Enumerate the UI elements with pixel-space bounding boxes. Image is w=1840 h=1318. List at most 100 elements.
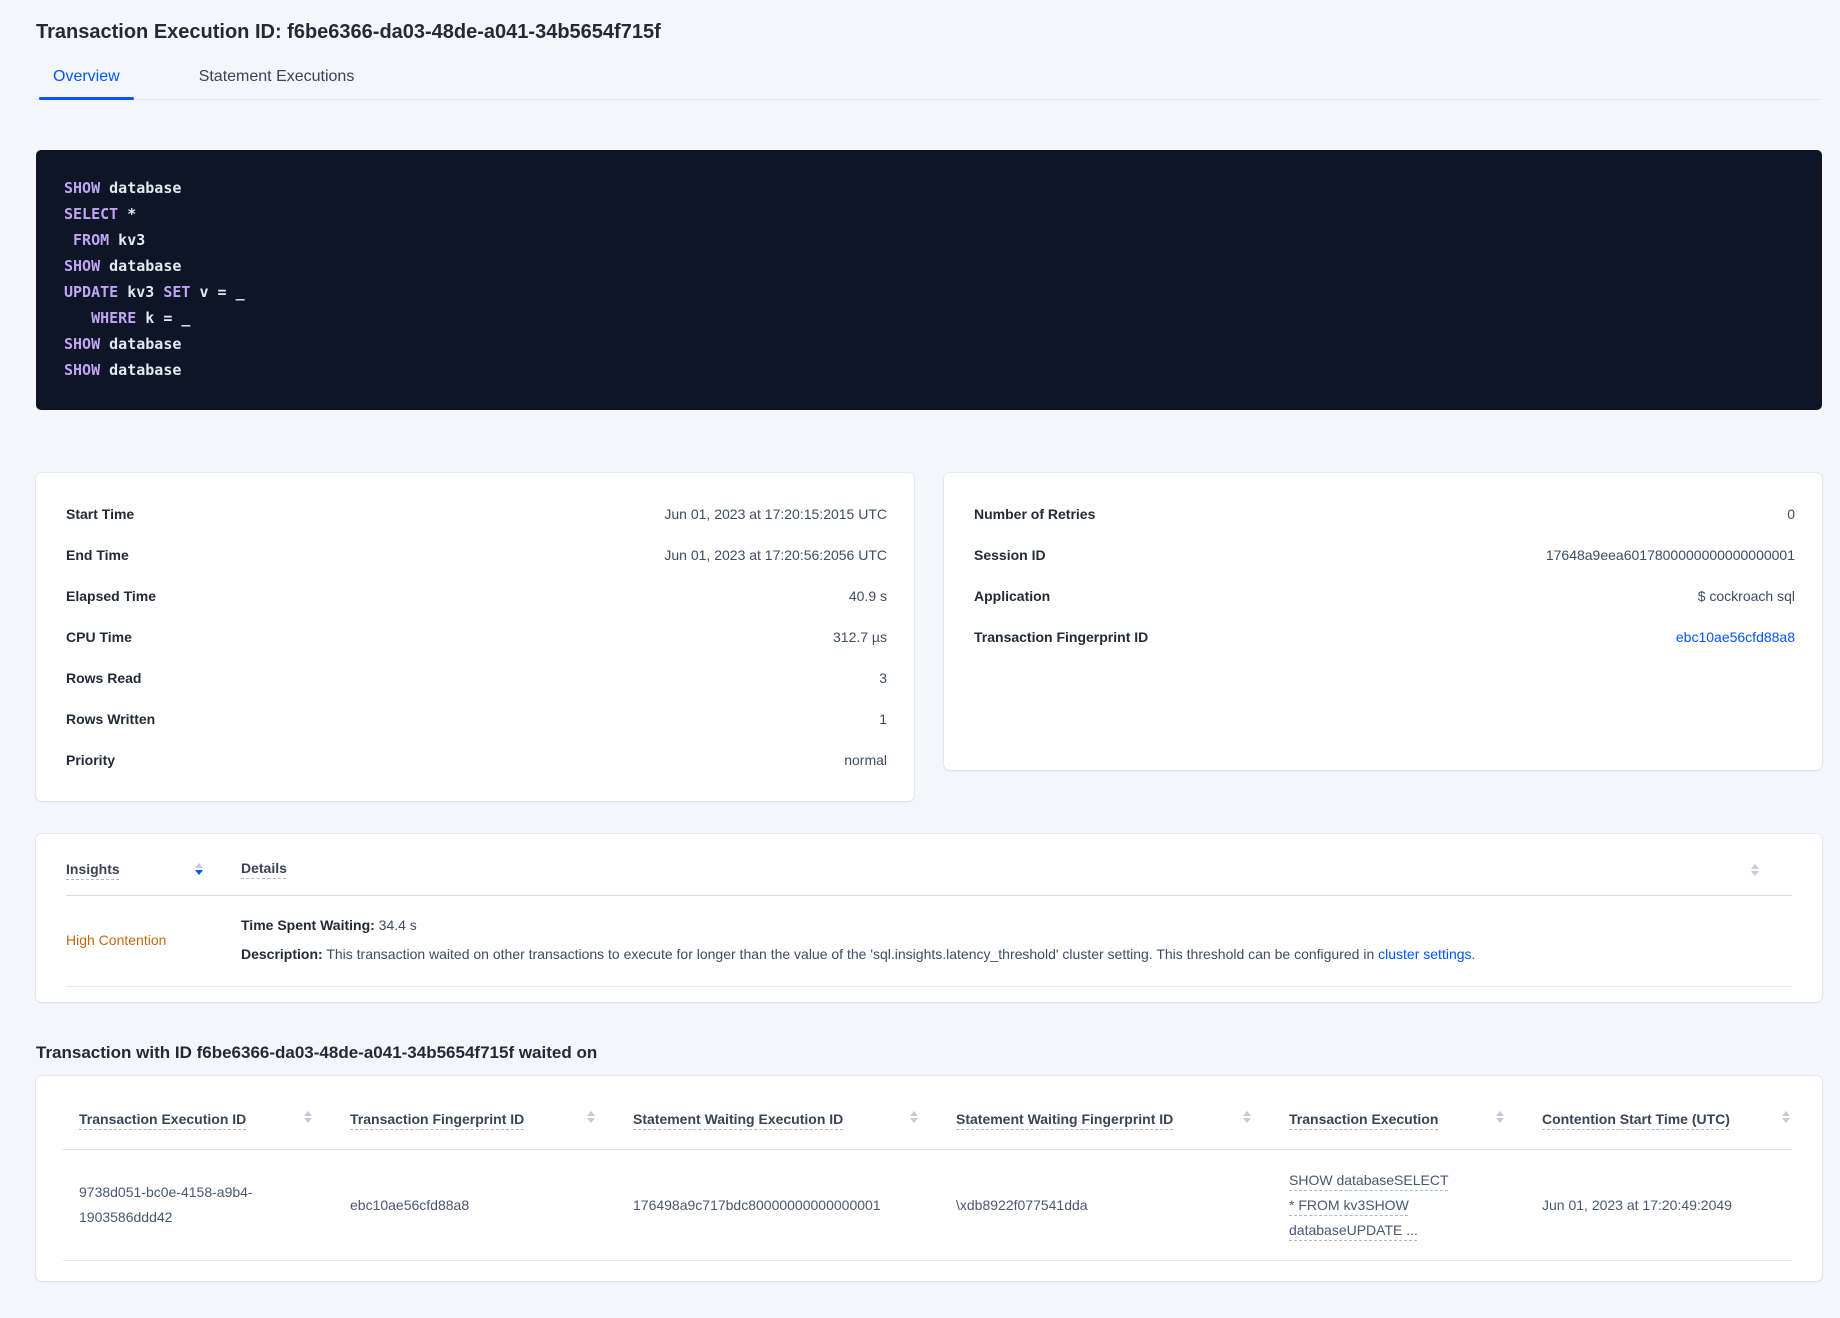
sort-arrows-icon[interactable] [1496,1111,1504,1123]
insights-column-header[interactable]: Insights [66,861,241,877]
table-row: 9738d051-bc0e-4158-a9b4-1903586ddd42 ebc… [63,1150,1792,1261]
insight-details-cell: Time Spent Waiting: 34.4 s Description: … [241,917,1792,963]
summary-value: 312.7 µs [833,628,887,645]
sort-asc-icon [195,863,203,868]
summary-row: Transaction Fingerprint ID ebc10ae56cfd88… [974,616,1795,657]
summary-row: Rows Written 1 [66,698,887,739]
sql-line: WHERE k = _ [91,309,191,327]
sql-line: FROM kv3 [73,231,146,249]
sql-statements-box: SHOW database SELECT * FROM kv3 SHOW datab… [36,150,1822,410]
summary-label: CPU Time [66,628,132,645]
tab-bar: Overview Statement Executions [36,68,1822,100]
description-line: Description: This transaction waited on … [241,946,1792,963]
sort-arrows-icon[interactable] [1782,1111,1790,1123]
summary-row: CPU Time 312.7 µs [66,616,887,657]
insights-column-label[interactable]: Insights [66,861,120,877]
details-column-label[interactable]: Details [241,860,287,876]
summary-value: 40.9 s [848,587,887,604]
summary-row: Elapsed Time 40.9 s [66,575,887,616]
time-spent-waiting-label: Time Spent Waiting: [241,917,375,933]
summary-label: Number of Retries [974,505,1096,522]
summary-label: Priority [66,751,116,768]
sort-arrows-icon[interactable] [910,1111,918,1123]
summary-value: 3 [879,669,887,686]
sql-line: SELECT * [64,205,137,223]
sort-asc-icon [587,1111,595,1116]
summary-value: 0 [1787,505,1795,522]
sort-asc-icon [304,1111,312,1116]
column-header-label[interactable]: Contention Start Time (UTC) [1542,1111,1730,1127]
sort-arrows-icon[interactable] [195,863,203,875]
summary-card-left: Start Time Jun 01, 2023 at 17:20:15:2015 … [36,473,914,801]
waited-on-table: Transaction Execution ID Transaction Fing… [36,1076,1822,1281]
description-suffix: . [1471,946,1476,962]
tab-overview[interactable]: Overview [39,68,134,100]
description-label: Description: [241,946,323,962]
summary-value: 17648a9eea6017800000000000000001 [1545,546,1795,563]
description-text: This transaction waited on other transac… [322,946,1379,962]
column-header-label[interactable]: Transaction Fingerprint ID [350,1111,524,1127]
transaction-fingerprint-link[interactable]: ebc10ae56cfd88a8 [1676,629,1795,645]
column-header[interactable]: Statement Waiting Execution ID [617,1111,940,1127]
column-header[interactable]: Contention Start Time (UTC) [1526,1111,1792,1127]
summary-label: End Time [66,546,129,563]
sort-desc-icon [587,1118,595,1123]
sort-desc-icon [1782,1118,1790,1123]
column-header[interactable]: Transaction Execution [1273,1111,1526,1127]
sql-line: SHOW database [64,335,182,353]
sort-asc-icon [1782,1111,1790,1116]
sql-line: SHOW database [64,361,182,379]
sort-desc-icon [1243,1118,1251,1123]
summary-row: Session ID 17648a9eea60178000000000000000… [974,534,1795,575]
summary-row: Rows Read 3 [66,657,887,698]
sort-arrows-icon[interactable] [1751,864,1759,876]
sort-asc-icon [1496,1111,1504,1116]
summary-label: Rows Written [66,710,156,727]
summary-label: Rows Read [66,669,142,686]
sort-desc-icon [1496,1118,1504,1123]
time-spent-waiting-value: 34.4 s [374,917,417,933]
sort-desc-icon [1751,871,1759,876]
insight-row: High Contention Time Spent Waiting: 34.4… [66,896,1792,987]
page-title: Transaction Execution ID: f6be6366-da03-… [36,21,661,43]
summary-value: $ cockroach sql [1697,587,1795,604]
sql-line: SHOW database [64,257,182,275]
summary-value: Jun 01, 2023 at 17:20:56:2056 UTC [664,546,887,563]
insights-header-row: Insights Details [66,834,1792,896]
insight-name: High Contention [66,932,167,948]
summary-card-left-rows: Start Time Jun 01, 2023 at 17:20:15:2015 … [66,493,887,780]
waited-on-title: Transaction with ID f6be6366-da03-48de-a… [36,1043,598,1062]
cell-statement-waiting-execution-id: 176498a9c717bdc80000000000000001 [633,1196,881,1213]
sort-arrows-icon[interactable] [1243,1111,1251,1123]
summary-label: Application [974,587,1051,604]
summary-label: Start Time [66,505,135,522]
sql-line: UPDATE kv3 SET v = _ [64,283,245,301]
sort-arrows-icon[interactable] [304,1111,312,1123]
summary-row: Application $ cockroach sql [974,575,1795,616]
sort-asc-icon [910,1111,918,1116]
column-header[interactable]: Statement Waiting Fingerprint ID [940,1111,1273,1127]
summary-row: Start Time Jun 01, 2023 at 17:20:15:2015 … [66,493,887,534]
transaction-execution-link[interactable]: SHOW databaseSELECT * FROM kv3SHOW datab… [1289,1168,1454,1243]
column-header-label[interactable]: Transaction Execution ID [79,1111,246,1127]
time-spent-waiting-line: Time Spent Waiting: 34.4 s [241,917,1792,934]
sort-desc-icon [195,870,203,875]
sort-arrows-icon[interactable] [587,1111,595,1123]
column-header[interactable]: Transaction Execution ID [63,1111,334,1127]
column-header-label[interactable]: Statement Waiting Execution ID [633,1111,843,1127]
tab-statement-executions[interactable]: Statement Executions [185,68,369,99]
column-header-label[interactable]: Transaction Execution [1289,1111,1438,1127]
summary-cards-row: Start Time Jun 01, 2023 at 17:20:15:2015 … [36,473,1822,801]
cell-contention-start-time: Jun 01, 2023 at 17:20:49:2049 [1542,1196,1732,1213]
summary-label: Transaction Fingerprint ID [974,628,1149,645]
cell-statement-waiting-fingerprint-id: \xdb8922f077541dda [956,1196,1088,1213]
column-header-label[interactable]: Statement Waiting Fingerprint ID [956,1111,1173,1127]
cluster-settings-link[interactable]: cluster settings [1378,946,1471,962]
summary-row: Priority normal [66,739,887,780]
cell-transaction-execution: SHOW databaseSELECT * FROM kv3SHOW datab… [1273,1168,1526,1243]
summary-card-right: Number of Retries 0 Session ID 17648a9eea60… [944,473,1822,770]
column-header[interactable]: Transaction Fingerprint ID [334,1111,617,1127]
sort-asc-icon [1243,1111,1251,1116]
details-column-header[interactable]: Details [241,860,1792,878]
summary-card-right-rows: Number of Retries 0 Session ID 17648a9eea60… [974,493,1795,657]
